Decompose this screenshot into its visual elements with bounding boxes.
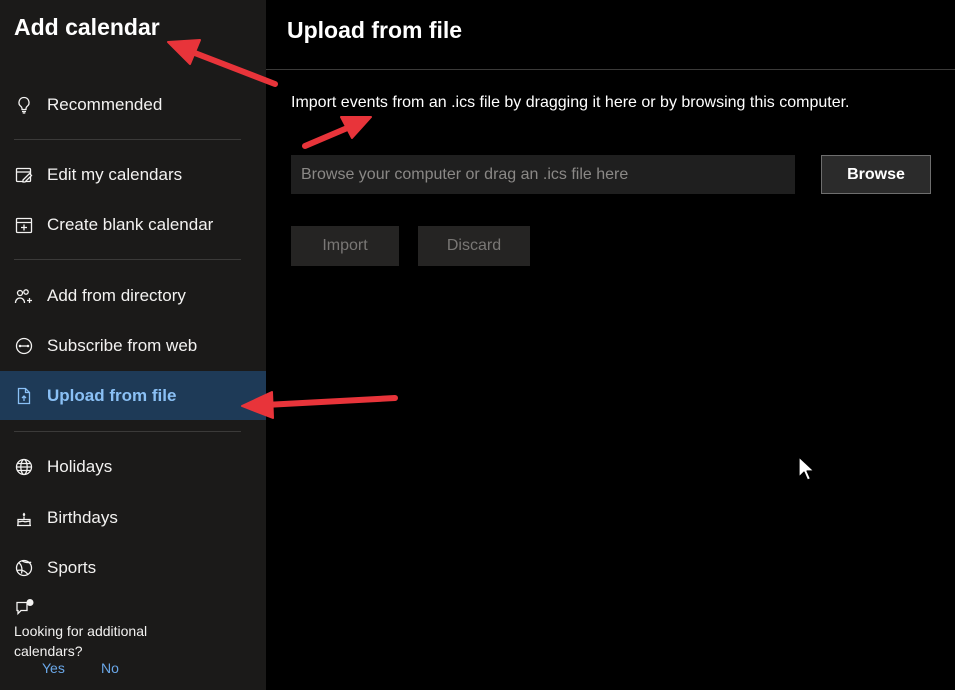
mouse-pointer-icon bbox=[798, 456, 814, 481]
sidebar-item-label: Sports bbox=[47, 558, 97, 577]
import-button[interactable]: Import bbox=[291, 226, 399, 266]
title-divider bbox=[266, 69, 955, 70]
feedback-question: Looking for additional calendars? bbox=[14, 623, 148, 659]
sidebar-item-recommended[interactable]: Recommended bbox=[0, 82, 266, 128]
sidebar: Add calendar Recommended Edit my calenda… bbox=[0, 0, 266, 690]
upload-instructions: Import events from an .ics file by dragg… bbox=[291, 94, 850, 111]
sidebar-item-create-blank-calendar[interactable]: Create blank calendar bbox=[0, 202, 266, 248]
page-title: Upload from file bbox=[287, 17, 463, 43]
people-add-icon bbox=[14, 286, 34, 306]
lightbulb-icon bbox=[14, 95, 34, 115]
sidebar-item-label: Create blank calendar bbox=[47, 215, 214, 234]
feedback-yes-link[interactable]: Yes bbox=[42, 660, 65, 676]
sidebar-item-subscribe-from-web[interactable]: Subscribe from web bbox=[0, 323, 266, 369]
link-circle-icon bbox=[14, 336, 34, 356]
globe-icon bbox=[14, 457, 34, 477]
app-window: Add calendar Recommended Edit my calenda… bbox=[0, 0, 955, 690]
sidebar-item-label: Subscribe from web bbox=[47, 336, 198, 355]
feedback-icon bbox=[16, 599, 34, 616]
main-panel: Upload from file Import events from an .… bbox=[266, 0, 955, 690]
discard-button[interactable]: Discard bbox=[418, 226, 530, 266]
sidebar-divider bbox=[14, 431, 241, 432]
browse-button[interactable]: Browse bbox=[821, 155, 931, 194]
sidebar-item-edit-my-calendars[interactable]: Edit my calendars bbox=[0, 152, 266, 198]
add-calendar-icon bbox=[14, 215, 34, 235]
sidebar-item-holidays[interactable]: Holidays bbox=[0, 444, 266, 490]
sidebar-item-add-from-directory[interactable]: Add from directory bbox=[0, 273, 266, 319]
feedback-no-link[interactable]: No bbox=[101, 660, 119, 676]
cake-icon bbox=[14, 508, 34, 528]
sidebar-divider bbox=[14, 259, 241, 260]
sidebar-item-birthdays[interactable]: Birthdays bbox=[0, 495, 266, 541]
sports-ball-icon bbox=[14, 558, 34, 578]
file-drop-input[interactable] bbox=[291, 155, 795, 194]
sidebar-item-label: Birthdays bbox=[47, 508, 118, 527]
sidebar-divider bbox=[14, 139, 241, 140]
sidebar-item-label: Edit my calendars bbox=[47, 165, 183, 184]
sidebar-title: Add calendar bbox=[14, 14, 160, 40]
file-upload-icon bbox=[14, 386, 34, 406]
sidebar-item-label: Upload from file bbox=[47, 385, 177, 405]
edit-calendar-icon bbox=[14, 165, 34, 185]
sidebar-item-label: Holidays bbox=[47, 457, 113, 476]
sidebar-item-label: Add from directory bbox=[47, 286, 186, 305]
sidebar-item-label: Recommended bbox=[47, 95, 163, 114]
sidebar-item-upload-from-file[interactable]: Upload from file bbox=[0, 371, 266, 420]
sidebar-item-sports[interactable]: Sports bbox=[0, 545, 266, 591]
